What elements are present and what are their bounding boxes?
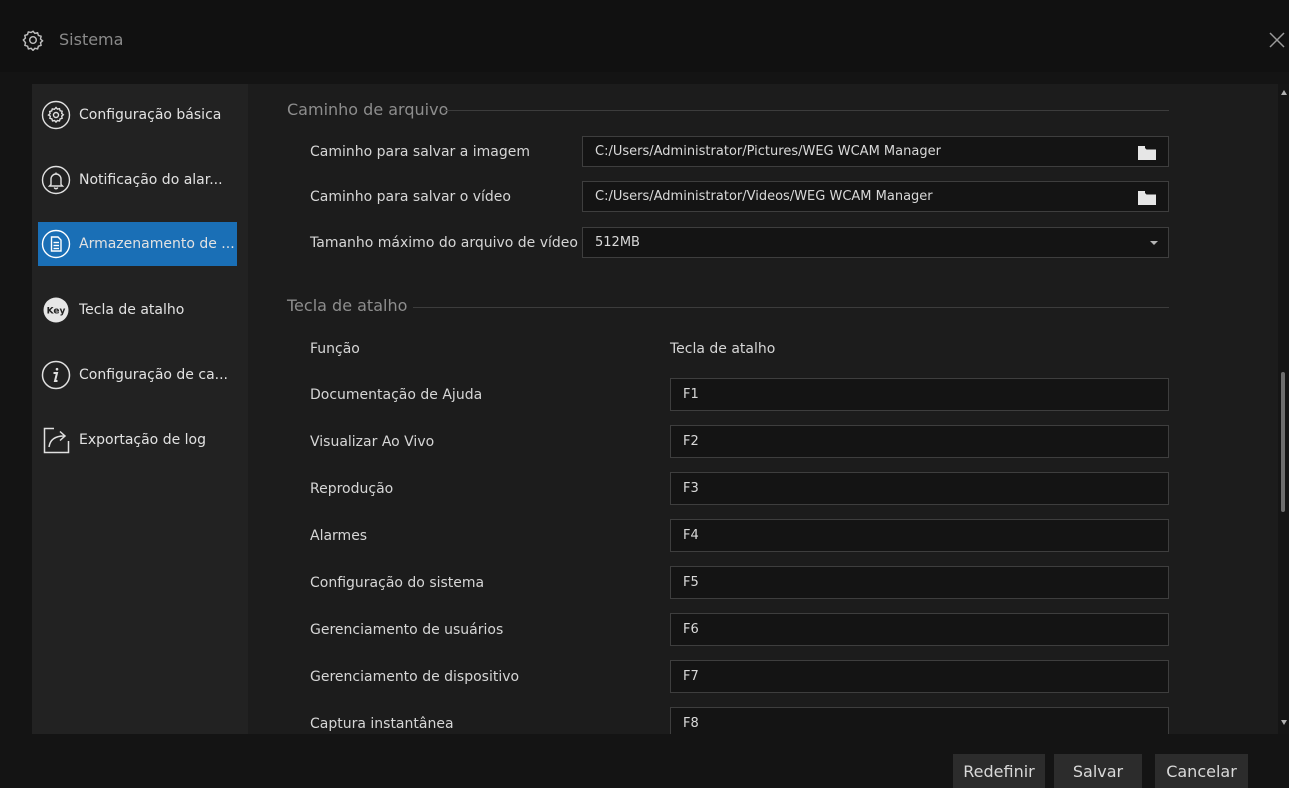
hotkey-function-label: Captura instantânea	[310, 716, 454, 732]
hotkey-input[interactable]: F6	[670, 613, 1169, 646]
sidebar-item-label: Exportação de log	[79, 432, 206, 448]
scroll-down-icon[interactable]	[1281, 720, 1287, 725]
sidebar-item-label: Notificação do alar...	[79, 172, 223, 188]
window-title: Sistema	[59, 30, 124, 49]
section-divider	[444, 110, 1169, 111]
reset-button[interactable]: Redefinir	[953, 754, 1045, 788]
settings-content: Caminho de arquivo Caminho para salvar a…	[248, 84, 1278, 734]
image-path-label: Caminho para salvar a imagem	[310, 144, 531, 160]
max-size-select[interactable]: 512MB	[582, 227, 1169, 258]
svg-text:Key: Key	[47, 307, 66, 317]
video-path-field[interactable]: C:/Users/Administrator/Videos/WEG WCAM M…	[582, 181, 1169, 212]
hotkey-function-label: Gerenciamento de dispositivo	[310, 669, 520, 685]
hotkey-input[interactable]: F8	[670, 707, 1169, 734]
hotkey-input[interactable]: F4	[670, 519, 1169, 552]
hotkey-function-label: Alarmes	[310, 528, 368, 544]
export-icon	[41, 425, 71, 455]
sidebar-item-storage[interactable]: Armazenamento de ...	[38, 222, 237, 266]
section-title-hotkeys: Tecla de atalho	[287, 296, 408, 315]
cancel-button[interactable]: Cancelar	[1155, 754, 1248, 788]
sidebar-item-log-export[interactable]: Exportação de log	[38, 418, 237, 462]
column-header-function: Função	[310, 341, 360, 357]
image-path-field[interactable]: C:/Users/Administrator/Pictures/WEG WCAM…	[582, 136, 1169, 167]
sidebar: Configuração básica Notificação do alar.…	[32, 84, 248, 734]
hotkey-function-label: Visualizar Ao Vivo	[310, 434, 435, 450]
column-header-key: Tecla de atalho	[670, 341, 776, 357]
bell-icon	[41, 165, 71, 195]
title-bar: Sistema	[0, 0, 1289, 72]
sidebar-item-label: Armazenamento de ...	[79, 236, 235, 252]
key-icon: Key	[41, 295, 71, 325]
save-button[interactable]: Salvar	[1054, 754, 1142, 788]
hotkey-function-label: Reprodução	[310, 481, 394, 497]
hotkey-input[interactable]: F2	[670, 425, 1169, 458]
sidebar-item-alarm-notification[interactable]: Notificação do alar...	[38, 158, 237, 202]
sidebar-item-camera-config[interactable]: Configuração de ca...	[38, 353, 237, 397]
gear-icon	[22, 30, 44, 51]
hotkey-input[interactable]: F3	[670, 472, 1169, 505]
sidebar-item-label: Configuração básica	[79, 107, 222, 123]
scroll-up-icon[interactable]	[1281, 90, 1287, 95]
video-path-label: Caminho para salvar o vídeo	[310, 189, 511, 205]
hotkey-function-label: Gerenciamento de usuários	[310, 622, 504, 638]
section-divider	[413, 307, 1169, 308]
sidebar-item-hotkeys[interactable]: Key Tecla de atalho	[38, 288, 237, 332]
folder-icon[interactable]	[1138, 191, 1156, 205]
close-icon[interactable]	[1265, 28, 1289, 52]
gear-icon	[41, 100, 71, 130]
document-icon	[41, 229, 71, 259]
info-icon	[41, 360, 71, 390]
hotkey-function-label: Configuração do sistema	[310, 575, 485, 591]
scrollbar-thumb[interactable]	[1281, 372, 1285, 512]
sidebar-item-label: Configuração de ca...	[79, 367, 228, 383]
hotkey-input[interactable]: F7	[670, 660, 1169, 693]
vertical-scrollbar[interactable]	[1278, 84, 1289, 734]
sidebar-item-label: Tecla de atalho	[79, 302, 185, 318]
hotkey-input[interactable]: F5	[670, 566, 1169, 599]
max-size-label: Tamanho máximo do arquivo de vídeo	[310, 235, 578, 251]
folder-icon[interactable]	[1138, 146, 1156, 160]
section-title-file-path: Caminho de arquivo	[287, 100, 449, 119]
chevron-down-icon	[1150, 241, 1158, 245]
sidebar-item-basic-config[interactable]: Configuração básica	[38, 93, 237, 137]
hotkey-function-label: Documentação de Ajuda	[310, 387, 483, 403]
hotkey-input[interactable]: F1	[670, 378, 1169, 411]
